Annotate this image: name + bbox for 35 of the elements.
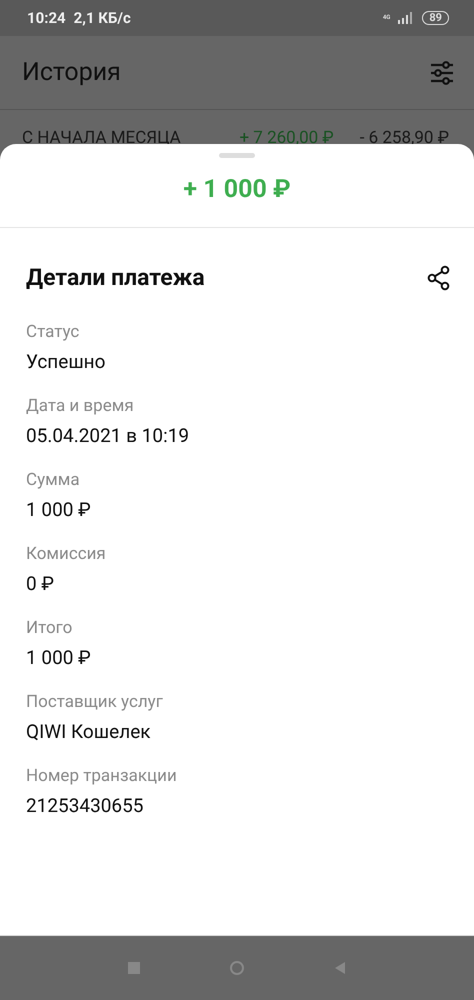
detail-value: Успешно: [26, 349, 106, 375]
detail-value: QIWI Кошелек: [26, 719, 151, 745]
detail-value: 1 000 ₽: [26, 497, 91, 523]
signal-icon: [398, 12, 414, 24]
detail-value: 21253430655: [26, 793, 144, 819]
page-title: История: [22, 58, 121, 87]
square-icon: [127, 961, 141, 975]
filter-icon: [430, 60, 454, 84]
detail-label: Статус: [26, 321, 80, 344]
detail-label: Дата и время: [26, 395, 134, 418]
detail-value: 0 ₽: [26, 571, 54, 597]
home-button[interactable]: [229, 960, 245, 976]
income-total: + 7 260,00 ₽: [239, 128, 334, 148]
detail-value: 05.04.2021 в 10:19: [26, 423, 190, 449]
section-title: Детали платежа: [26, 264, 205, 291]
detail-label: Сумма: [26, 469, 80, 492]
clock-time: 10:24: [27, 9, 66, 27]
filter-button[interactable]: [430, 60, 454, 84]
detail-value: 1 000 ₽: [26, 645, 91, 671]
network-speed: 2,1 КБ/с: [74, 9, 131, 27]
detail-label: Поставщик услуг: [26, 691, 163, 714]
battery-indicator: 89: [422, 11, 449, 25]
circle-icon: [229, 960, 245, 976]
back-button[interactable]: [333, 961, 347, 975]
detail-label: Итого: [26, 617, 72, 640]
detail-label: Номер транзакции: [26, 765, 177, 788]
menu-button[interactable]: [127, 961, 141, 975]
detail-label: Комиссия: [26, 543, 106, 566]
back-icon: [333, 961, 347, 975]
payment-amount: + 1 000 ₽: [183, 175, 291, 206]
expense-total: - 6 258,90 ₽: [360, 128, 449, 148]
share-button[interactable]: [426, 264, 452, 290]
period-label: С НАЧАЛА МЕСЯЦА: [22, 128, 181, 148]
drag-handle[interactable]: [219, 153, 255, 158]
share-icon: [426, 264, 452, 290]
